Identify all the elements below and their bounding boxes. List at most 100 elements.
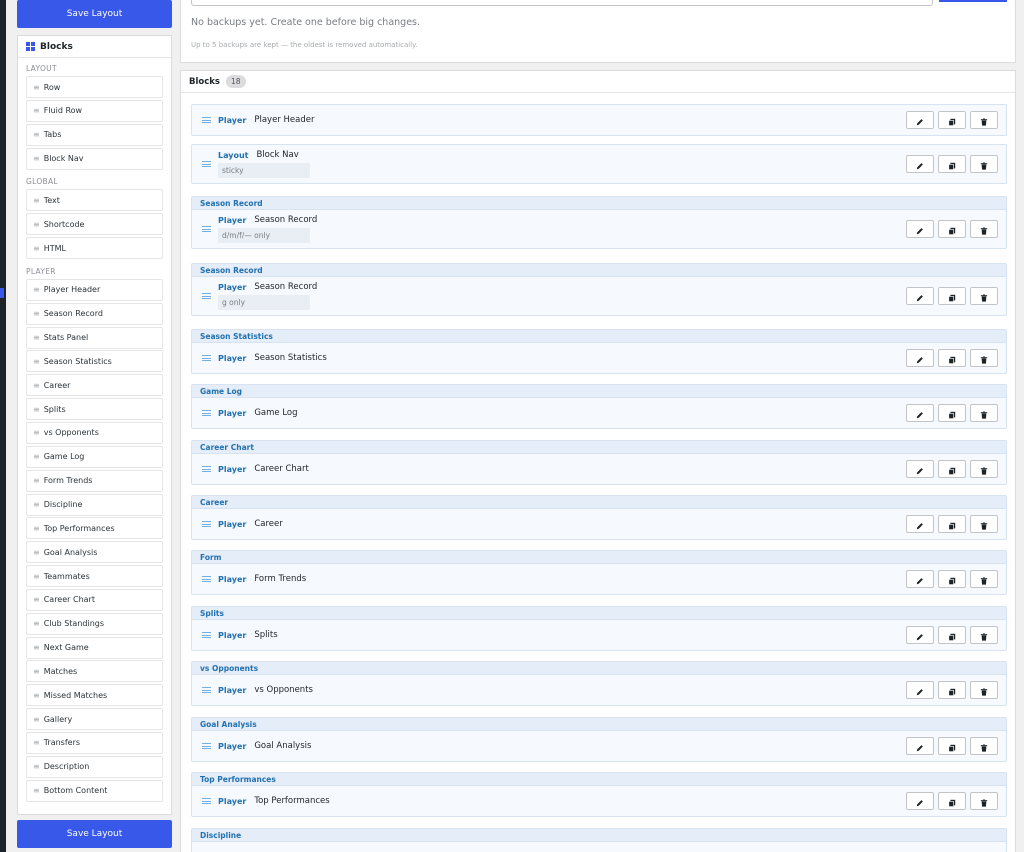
palette-item-matches[interactable]: ≡ Matches — [26, 660, 163, 683]
palette-item-goal-analysis[interactable]: ≡ Goal Analysis — [26, 541, 163, 564]
duplicate-block-button[interactable] — [938, 737, 966, 755]
drag-handle-icon[interactable] — [202, 466, 211, 472]
edit-block-button[interactable] — [906, 287, 934, 305]
block-card-goal-analysis[interactable]: Goal Analysis Player Goal Analysis — [191, 717, 1007, 762]
delete-block-button[interactable] — [970, 155, 998, 173]
duplicate-block-button[interactable] — [938, 155, 966, 173]
drag-handle-icon[interactable] — [202, 117, 211, 123]
edit-block-button[interactable] — [906, 570, 934, 588]
delete-block-button[interactable] — [970, 111, 998, 129]
palette-item-transfers[interactable]: ≡ Transfers — [26, 731, 163, 754]
duplicate-block-button[interactable] — [938, 515, 966, 533]
block-card-player-header[interactable]: Player Player Header — [191, 104, 1007, 136]
palette-item-text[interactable]: ≡ Text — [26, 189, 163, 212]
drag-handle-icon[interactable] — [202, 798, 211, 804]
delete-block-button[interactable] — [970, 404, 998, 422]
block-card-career[interactable]: Career Player Career — [191, 495, 1007, 540]
palette-item-form-trends[interactable]: ≡ Form Trends — [26, 469, 163, 492]
palette-item-season-statistics[interactable]: ≡ Season Statistics — [26, 350, 163, 373]
drag-handle-icon[interactable] — [202, 632, 211, 638]
palette-item-player-header[interactable]: ≡ Player Header — [26, 278, 163, 301]
duplicate-block-button[interactable] — [938, 570, 966, 588]
palette-item-career[interactable]: ≡ Career — [26, 374, 163, 397]
edit-block-button[interactable] — [906, 404, 934, 422]
block-card-discipline[interactable]: Discipline — [191, 828, 1007, 852]
duplicate-block-button[interactable] — [938, 626, 966, 644]
delete-block-button[interactable] — [970, 515, 998, 533]
edit-block-button[interactable] — [906, 515, 934, 533]
duplicate-block-button[interactable] — [938, 460, 966, 478]
drag-handle-icon[interactable] — [202, 293, 211, 299]
save-layout-button-top[interactable]: Save Layout — [17, 0, 172, 28]
block-card-season-statistics[interactable]: Season Statistics Player Season Statistics — [191, 329, 1007, 374]
drag-handle-icon[interactable] — [202, 355, 211, 361]
delete-block-button[interactable] — [970, 626, 998, 644]
save-layout-button-bottom[interactable]: Save Layout — [17, 820, 172, 848]
block-card-splits[interactable]: Splits Player Splits — [191, 606, 1007, 651]
palette-item-row[interactable]: ≡ Row — [26, 76, 163, 98]
edit-block-button[interactable] — [906, 681, 934, 699]
palette-item-teammates[interactable]: ≡ Teammates — [26, 565, 163, 588]
palette-item-html[interactable]: ≡ HTML — [26, 237, 163, 260]
palette-item-game-log[interactable]: ≡ Game Log — [26, 445, 163, 468]
duplicate-block-button[interactable] — [938, 681, 966, 699]
block-card-form-trends[interactable]: Form Player Form Trends — [191, 550, 1007, 595]
delete-block-button[interactable] — [970, 570, 998, 588]
drag-handle-icon[interactable] — [202, 687, 211, 693]
drag-handle-icon[interactable] — [202, 521, 211, 527]
duplicate-block-button[interactable] — [938, 287, 966, 305]
drag-handle-icon[interactable] — [202, 576, 211, 582]
palette-item-splits[interactable]: ≡ Splits — [26, 398, 163, 421]
drag-handle-icon[interactable] — [202, 226, 211, 232]
create-backup-button[interactable] — [939, 0, 1007, 2]
edit-block-button[interactable] — [906, 111, 934, 129]
palette-item-description[interactable]: ≡ Description — [26, 755, 163, 778]
palette-item-stats-panel[interactable]: ≡ Stats Panel — [26, 326, 163, 349]
delete-block-button[interactable] — [970, 460, 998, 478]
block-card-top-performances[interactable]: Top Performances Player Top Performances — [191, 772, 1007, 817]
edit-block-button[interactable] — [906, 792, 934, 810]
drag-handle-icon[interactable] — [202, 743, 211, 749]
edit-block-button[interactable] — [906, 460, 934, 478]
duplicate-block-button[interactable] — [938, 349, 966, 367]
block-row: Player Season Record d/m/f/— only — [192, 210, 1006, 248]
block-card-season-record[interactable]: Season Record Player Season Record d/m/f/— … — [191, 196, 1007, 249]
duplicate-block-button[interactable] — [938, 404, 966, 422]
delete-block-button[interactable] — [970, 287, 998, 305]
palette-item-fluid-row[interactable]: ≡ Fluid Row — [26, 99, 163, 122]
palette-item-missed-matches[interactable]: ≡ Missed Matches — [26, 684, 163, 707]
edit-block-button[interactable] — [906, 349, 934, 367]
drag-handle-icon[interactable] — [202, 161, 211, 167]
duplicate-block-button[interactable] — [938, 220, 966, 238]
block-card-game-log[interactable]: Game Log Player Game Log — [191, 384, 1007, 429]
block-card-career-chart[interactable]: Career Chart Player Career Chart — [191, 440, 1007, 485]
duplicate-block-button[interactable] — [938, 111, 966, 129]
block-card-season-record[interactable]: Season Record Player Season Record g only — [191, 263, 1007, 316]
backup-name-input[interactable] — [191, 0, 933, 6]
delete-block-button[interactable] — [970, 681, 998, 699]
palette-item-top-performances[interactable]: ≡ Top Performances — [26, 517, 163, 540]
palette-item-bottom-content[interactable]: ≡ Bottom Content — [26, 779, 163, 802]
delete-block-button[interactable] — [970, 737, 998, 755]
drag-handle-icon[interactable] — [202, 410, 211, 416]
edit-block-button[interactable] — [906, 737, 934, 755]
palette-item-club-standings[interactable]: ≡ Club Standings — [26, 612, 163, 635]
block-card-vs-opponents[interactable]: vs Opponents Player vs Opponents — [191, 661, 1007, 706]
palette-item-discipline[interactable]: ≡ Discipline — [26, 493, 163, 516]
delete-block-button[interactable] — [970, 220, 998, 238]
edit-block-button[interactable] — [906, 626, 934, 644]
palette-item-gallery[interactable]: ≡ Gallery — [26, 708, 163, 731]
palette-item-tabs[interactable]: ≡ Tabs — [26, 123, 163, 146]
block-card-block-nav[interactable]: Layout Block Nav sticky — [191, 144, 1007, 184]
palette-item-block-nav[interactable]: ≡ Block Nav — [26, 147, 163, 170]
delete-block-button[interactable] — [970, 792, 998, 810]
duplicate-block-button[interactable] — [938, 792, 966, 810]
palette-item-shortcode[interactable]: ≡ Shortcode — [26, 213, 163, 236]
delete-block-button[interactable] — [970, 349, 998, 367]
palette-item-vs-opponents[interactable]: ≡ vs Opponents — [26, 421, 163, 444]
palette-item-next-game[interactable]: ≡ Next Game — [26, 636, 163, 659]
palette-item-season-record[interactable]: ≡ Season Record — [26, 302, 163, 325]
edit-block-button[interactable] — [906, 220, 934, 238]
edit-block-button[interactable] — [906, 155, 934, 173]
palette-item-career-chart[interactable]: ≡ Career Chart — [26, 588, 163, 611]
